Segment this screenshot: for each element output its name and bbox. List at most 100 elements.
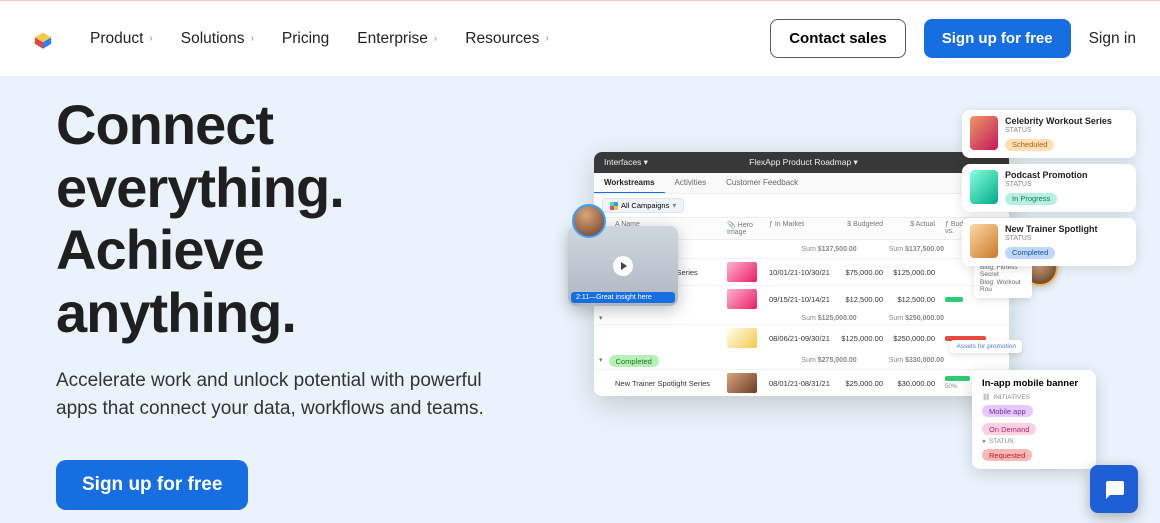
hero-thumbnail bbox=[727, 328, 757, 348]
site-header: Product› Solutions› Pricing Enterprise› … bbox=[0, 0, 1160, 76]
cell-budgeted: $12,500.00 bbox=[836, 292, 888, 307]
nav-label: Enterprise bbox=[357, 30, 428, 48]
sum-budgeted: Sum $137,500.00 bbox=[801, 246, 856, 253]
cell-actual: $250,000.00 bbox=[888, 331, 940, 346]
col-budgeted[interactable]: $ Budgeted bbox=[836, 218, 888, 239]
presenter-avatar bbox=[572, 204, 606, 238]
breadcrumb[interactable]: Interfaces ▾ bbox=[604, 157, 648, 168]
video-overlay: 2:11—Great insight here bbox=[568, 226, 678, 306]
sum-actual: Sum $330,000.00 bbox=[889, 357, 944, 364]
progress-bar bbox=[945, 297, 963, 302]
card-label: STATUS bbox=[1005, 127, 1128, 134]
tab-customer-feedback[interactable]: Customer Feedback bbox=[716, 173, 808, 193]
chevron-right-icon: › bbox=[545, 33, 548, 44]
strip-line: Blog: Fitness Secret bbox=[980, 264, 1026, 278]
card-body: Celebrity Workout Series STATUS Schedule… bbox=[1005, 116, 1128, 152]
col-hero[interactable]: 📎 Hero Image bbox=[722, 218, 764, 239]
group-status-pill: Completed bbox=[609, 355, 659, 367]
group-header[interactable]: ▾ Sum $125,000.00 Sum $250,000.00 bbox=[594, 312, 1009, 324]
video-player[interactable]: 2:11—Great insight here bbox=[568, 226, 678, 306]
hero-title: Connect everything. Achieve anything. bbox=[56, 94, 556, 345]
col-date[interactable]: ƒ In Market bbox=[764, 218, 836, 239]
contact-sales-button[interactable]: Contact sales bbox=[770, 19, 906, 58]
group-sums: Sum $275,000.00 Sum $330,000.00 bbox=[801, 357, 1004, 364]
video-caption: 2:11—Great insight here bbox=[571, 292, 675, 303]
view-label: All Campaigns bbox=[621, 201, 669, 210]
card-thumbnail bbox=[970, 170, 998, 204]
nav-label: Resources bbox=[465, 30, 539, 48]
cell-date: 08/06/21-09/30/21 bbox=[764, 331, 836, 346]
header-left: Product› Solutions› Pricing Enterprise› … bbox=[30, 26, 549, 52]
status-card: New Trainer Spotlight STATUS Completed bbox=[962, 218, 1136, 266]
group-header[interactable]: ▾ Completed Sum $275,000.00 Sum $330,000… bbox=[594, 351, 1009, 369]
status-card: Podcast Promotion STATUS In Progress bbox=[962, 164, 1136, 212]
chevron-down-icon: ▾ bbox=[599, 314, 603, 322]
table-row[interactable]: 08/06/21-09/30/21 $125,000.00 $250,000.0… bbox=[594, 324, 1009, 351]
cell-hero bbox=[722, 286, 764, 312]
hero-thumbnail bbox=[727, 373, 757, 393]
cell-hero bbox=[722, 370, 764, 396]
chevron-right-icon: › bbox=[149, 33, 152, 44]
initiative-pill: Mobile app bbox=[982, 405, 1033, 417]
popup-label: ⛓INITIATIVES bbox=[982, 393, 1086, 401]
tab-workstreams[interactable]: Workstreams bbox=[594, 173, 665, 193]
nav-label: Pricing bbox=[282, 30, 329, 48]
group-sums: Sum $125,000.00 Sum $250,000.00 bbox=[801, 315, 1004, 322]
card-title: New Trainer Spotlight bbox=[1005, 224, 1128, 234]
cell-hero bbox=[722, 259, 764, 285]
signup-button[interactable]: Sign up for free bbox=[924, 19, 1071, 58]
initiative-pill: On Demand bbox=[982, 423, 1036, 435]
hero-thumbnail bbox=[727, 262, 757, 282]
hero-title-line: Achieve bbox=[56, 218, 264, 281]
chevron-down-icon: ▾ bbox=[672, 201, 676, 210]
col-label: Hero Image bbox=[727, 222, 753, 236]
col-label: $ Budgeted bbox=[847, 221, 883, 228]
status-pill: Completed bbox=[1005, 247, 1055, 259]
hero-cta-button[interactable]: Sign up for free bbox=[56, 460, 248, 510]
nav-enterprise[interactable]: Enterprise› bbox=[357, 30, 437, 48]
hero-thumbnail bbox=[727, 289, 757, 309]
chat-widget-button[interactable] bbox=[1090, 465, 1138, 513]
tab-activities[interactable]: Activities bbox=[665, 173, 717, 193]
cell-actual: $30,000.00 bbox=[888, 376, 940, 391]
initiative-pills: Mobile app On Demand bbox=[982, 403, 1086, 435]
brand-logo[interactable] bbox=[30, 26, 56, 52]
record-popup: In-app mobile banner ⛓INITIATIVES Mobile… bbox=[972, 370, 1096, 469]
view-selector[interactable]: All Campaigns▾ bbox=[602, 198, 684, 213]
window-titlebar: Interfaces ▾ FlexApp Product Roadmap ▾ bbox=[594, 152, 1009, 173]
cell-actual: $125,000.00 bbox=[888, 265, 940, 280]
window-title[interactable]: FlexApp Product Roadmap ▾ bbox=[658, 157, 949, 168]
card-thumbnail bbox=[970, 116, 998, 150]
nav-pricing[interactable]: Pricing bbox=[282, 30, 329, 48]
strip-line: Blog: Workout Rou bbox=[980, 279, 1026, 293]
sum-actual: Sum $137,500.00 bbox=[889, 246, 944, 253]
card-label: STATUS bbox=[1005, 235, 1128, 242]
nav-product[interactable]: Product › bbox=[90, 30, 153, 48]
status-pill: Requested bbox=[982, 449, 1032, 461]
link-icon: ⛓ bbox=[982, 393, 990, 401]
cell-hero bbox=[722, 325, 764, 351]
hero-title-line: Connect bbox=[56, 93, 273, 156]
cell-name bbox=[610, 335, 722, 341]
cell-date: 10/01/21-10/30/21 bbox=[764, 265, 836, 280]
cell-date: 09/15/21-10/14/21 bbox=[764, 292, 836, 307]
signin-link[interactable]: Sign in bbox=[1089, 30, 1136, 48]
card-title: Podcast Promotion bbox=[1005, 170, 1128, 180]
col-actual[interactable]: $ Actual bbox=[888, 218, 940, 239]
product-preview: Celebrity Workout Series STATUS Schedule… bbox=[580, 108, 1140, 508]
hero-title-line: anything. bbox=[56, 281, 296, 344]
card-body: New Trainer Spotlight STATUS Completed bbox=[1005, 224, 1128, 260]
nav-resources[interactable]: Resources › bbox=[465, 30, 548, 48]
cell-date: 08/01/21-08/31/21 bbox=[764, 376, 836, 391]
status-cards: Celebrity Workout Series STATUS Schedule… bbox=[962, 110, 1136, 266]
progress-bar bbox=[945, 376, 970, 381]
nav-label: Solutions bbox=[181, 30, 245, 48]
card-label: STATUS bbox=[1005, 181, 1128, 188]
sum-budgeted: Sum $275,000.00 bbox=[801, 357, 856, 364]
status-pill: Scheduled bbox=[1005, 139, 1054, 151]
nav-label: Product bbox=[90, 30, 143, 48]
nav-solutions[interactable]: Solutions› bbox=[181, 30, 254, 48]
sum-budgeted: Sum $125,000.00 bbox=[801, 315, 856, 322]
sum-actual: Sum $250,000.00 bbox=[889, 315, 944, 322]
table-row[interactable]: New Trainer Spotlight Series 08/01/21-08… bbox=[594, 369, 1009, 396]
